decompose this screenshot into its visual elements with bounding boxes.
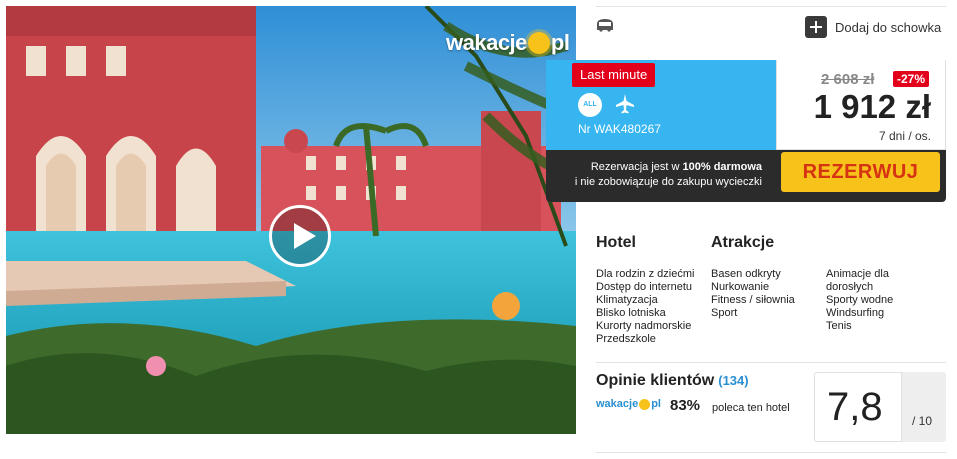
free-note-bold: 100% darmowa: [682, 161, 762, 173]
attractions-list-2: Animacje dla dorosłych Sporty wodne Wind…: [826, 268, 936, 333]
reviews-count-link[interactable]: (134): [718, 373, 748, 388]
logo-text: wakacje: [446, 30, 527, 55]
small-logo-text: wakacje: [596, 398, 639, 410]
bus-icon: [597, 19, 613, 32]
free-booking-note: Rezerwacja jest w 100% darmowa i nie zob…: [566, 160, 762, 190]
reviews-title: Opinie klientów (134): [596, 372, 749, 390]
hotel-features-list: Dla rodzin z dziećmi Dostęp do internetu…: [596, 268, 708, 346]
offer-box: Last minute ALL INC Nr WAK480267 2 608 z…: [546, 60, 946, 202]
reviews-divider: [596, 362, 946, 363]
plane-icon: [616, 94, 634, 114]
list-item: dorosłych: [826, 281, 874, 293]
list-item: Basen odkryty: [711, 268, 781, 280]
rating-box: 7,8 / 10: [814, 372, 946, 442]
book-button[interactable]: REZERWUJ: [781, 152, 940, 192]
list-item: Dostęp do internetu: [596, 281, 693, 293]
free-note-suffix: i nie zobowiązuje do zakupu wycieczki: [574, 176, 762, 188]
list-item: Przedszkole: [596, 333, 656, 345]
list-item: Klimatyzacja: [596, 294, 658, 306]
list-item: Sporty wodne: [826, 294, 894, 306]
free-note-prefix: Rezerwacja jest w: [590, 161, 683, 173]
list-item: Fitness / siłownia: [711, 294, 795, 306]
recommend-percent: 83%: [670, 397, 701, 414]
list-item: Animacje dla: [826, 268, 889, 280]
hotel-photo[interactable]: wakacje pl: [6, 6, 576, 434]
sun-icon: [639, 398, 651, 410]
discount-badge: -27%: [893, 71, 930, 87]
logo-domain: pl: [550, 30, 570, 55]
add-to-clipboard-button[interactable]: Dodaj do schowka: [805, 16, 941, 38]
list-item: Nurkowanie: [711, 281, 770, 293]
offer-number: Nr WAK480267: [578, 122, 661, 136]
offer-info: Last minute ALL INC Nr WAK480267: [546, 60, 776, 150]
plus-icon: [805, 16, 827, 38]
list-item: Kurorty nadmorskie: [596, 320, 692, 332]
recommend-text: poleca ten hotel: [712, 402, 790, 414]
top-divider: [596, 6, 946, 7]
all-inclusive-icon: ALL INC: [578, 93, 602, 132]
small-logo-domain: pl: [651, 398, 661, 410]
list-item: Windsurfing: [826, 307, 885, 319]
old-price: 2 608 zł: [821, 71, 875, 88]
wakacje-small-logo: wakacje pl: [596, 398, 661, 410]
rating-max: / 10: [912, 414, 933, 428]
clipboard-label: Dodaj do schowka: [835, 19, 942, 35]
play-icon[interactable]: [269, 205, 331, 267]
attractions-list-1: Basen odkryty Nurkowanie Fitness / siłow…: [711, 268, 821, 320]
list-item: Blisko lotniska: [596, 307, 666, 319]
price: 1 912 zł: [813, 88, 931, 125]
offer-panel: Dodaj do schowka Last minute ALL INC Nr …: [546, 0, 957, 459]
list-item: Sport: [711, 307, 738, 319]
reviews-title-text: Opinie klientów: [596, 372, 715, 389]
bottom-divider: [596, 452, 946, 453]
rating-value: 7,8: [827, 385, 883, 429]
last-minute-badge: Last minute: [572, 63, 656, 87]
price-box: 2 608 zł -27% 1 912 zł 7 dni / os.: [776, 60, 946, 150]
list-item: Tenis: [826, 320, 852, 332]
attractions-heading: Atrakcje: [711, 234, 775, 251]
sun-icon: [527, 32, 550, 54]
rating-value-box: 7,8: [814, 372, 902, 442]
hotel-heading: Hotel: [596, 234, 636, 251]
wakacje-logo: wakacje pl: [446, 30, 570, 56]
duration: 7 dni / os.: [878, 129, 931, 143]
list-item: Dla rodzin z dziećmi: [596, 268, 695, 280]
